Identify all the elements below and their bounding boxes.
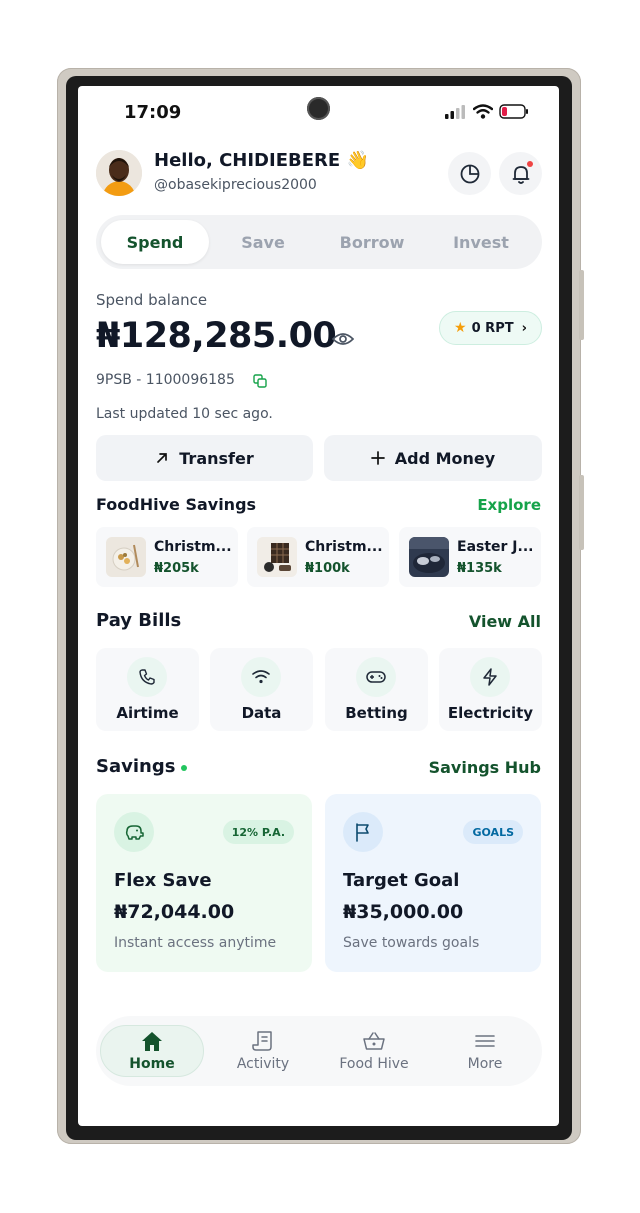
user-handle: @obasekiprecious2000 xyxy=(154,177,317,193)
greeting-text: Hello, CHIDIEBERE 👋 xyxy=(154,150,369,171)
foodhive-thumbnail xyxy=(106,537,146,577)
flex-save-title: Flex Save xyxy=(114,870,212,891)
balance-label: Spend balance xyxy=(96,291,208,309)
transfer-label: Transfer xyxy=(179,448,254,468)
nav-label: Food Hive xyxy=(339,1056,409,1072)
bill-label: Betting xyxy=(345,704,408,722)
target-goal-title: Target Goal xyxy=(343,870,460,891)
foodhive-card[interactable]: Easter J... ₦135k xyxy=(399,527,541,587)
header: Hello, CHIDIEBERE 👋 @obasekiprecious2000 xyxy=(96,148,542,198)
chevron-right-icon: › xyxy=(521,320,527,336)
bill-label: Data xyxy=(241,704,282,722)
target-goal-subtitle: Save towards goals xyxy=(343,935,480,951)
rpt-points-pill[interactable]: ★ 0 RPT › xyxy=(439,311,542,345)
account-tabs: Spend Save Borrow Invest xyxy=(96,215,542,269)
app-screen: 17:09 Hello, CHIDIEBERE 👋 @obasekiprecio… xyxy=(78,86,559,1126)
pie-chart-icon xyxy=(460,164,479,183)
rpt-value: 0 RPT xyxy=(471,320,514,336)
savings-status-dot xyxy=(181,765,187,771)
wifi-icon xyxy=(241,657,281,697)
nav-activity[interactable]: Activity xyxy=(211,1025,315,1077)
bill-electricity[interactable]: Electricity xyxy=(439,648,542,731)
nav-more[interactable]: More xyxy=(433,1025,537,1077)
front-camera xyxy=(307,97,330,120)
home-icon xyxy=(142,1032,162,1051)
bottom-nav: Home Activity Food Hive More xyxy=(96,1016,542,1086)
flag-icon xyxy=(343,812,383,852)
bill-data[interactable]: Data xyxy=(210,648,313,731)
bill-airtime[interactable]: Airtime xyxy=(96,648,199,731)
flex-save-subtitle: Instant access anytime xyxy=(114,935,277,951)
battery-icon xyxy=(499,104,528,119)
phone-icon xyxy=(127,657,167,697)
foodhive-amount: ₦205k xyxy=(154,561,199,576)
foodhive-card[interactable]: Christm... ₦100k xyxy=(247,527,389,587)
copy-icon[interactable] xyxy=(253,374,267,388)
notifications-button[interactable] xyxy=(499,152,542,195)
account-number: 9PSB - 1100096185 xyxy=(96,372,235,388)
foodhive-thumbnail xyxy=(409,537,449,577)
nav-label: Activity xyxy=(236,1056,290,1072)
basket-icon xyxy=(363,1032,385,1050)
interest-badge: 12% P.A. xyxy=(222,820,294,844)
wave-emoji: 👋 xyxy=(346,150,369,171)
foodhive-title: FoodHive Savings xyxy=(96,495,257,514)
target-goal-amount: ₦35,000.00 xyxy=(343,901,464,923)
bill-betting[interactable]: Betting xyxy=(325,648,428,731)
menu-icon xyxy=(475,1035,495,1047)
status-icons xyxy=(445,104,529,119)
pay-bills-title: Pay Bills xyxy=(96,610,182,631)
piggy-bank-icon xyxy=(114,812,154,852)
tab-invest[interactable]: Invest xyxy=(427,220,535,264)
volume-button xyxy=(579,270,584,340)
add-money-button[interactable]: Add Money xyxy=(324,435,542,481)
transfer-button[interactable]: Transfer xyxy=(96,435,313,481)
signal-icon xyxy=(445,104,465,119)
savings-title: Savings xyxy=(96,756,176,777)
foodhive-name: Christm... xyxy=(305,539,383,555)
foodhive-name: Easter J... xyxy=(457,539,534,555)
analytics-button[interactable] xyxy=(448,152,491,195)
avatar[interactable] xyxy=(96,150,142,196)
greeting-name: Hello, CHIDIEBERE xyxy=(154,150,341,171)
flex-save-card[interactable]: 12% P.A. Flex Save ₦72,044.00 Instant ac… xyxy=(96,794,312,972)
last-updated: Last updated 10 sec ago. xyxy=(96,406,273,422)
foodhive-name: Christm... xyxy=(154,539,232,555)
foodhive-thumbnail xyxy=(257,537,297,577)
bill-label: Electricity xyxy=(447,704,534,722)
foodhive-amount: ₦100k xyxy=(305,561,350,576)
bolt-icon xyxy=(470,657,510,697)
plus-icon xyxy=(370,451,385,465)
status-bar: 17:09 xyxy=(78,86,559,140)
savings-hub-link[interactable]: Savings Hub xyxy=(429,758,541,777)
bill-label: Airtime xyxy=(116,704,179,722)
gamepad-icon xyxy=(356,657,396,697)
nav-label: Home xyxy=(129,1056,175,1072)
nav-label: More xyxy=(467,1056,503,1072)
tab-save[interactable]: Save xyxy=(209,220,317,264)
star-icon: ★ xyxy=(454,320,467,336)
eye-icon[interactable] xyxy=(332,331,354,347)
target-goal-card[interactable]: GOALS Target Goal ₦35,000.00 Save toward… xyxy=(325,794,541,972)
flex-save-amount: ₦72,044.00 xyxy=(114,901,235,923)
wifi-status-icon xyxy=(473,104,493,119)
foodhive-amount: ₦135k xyxy=(457,561,502,576)
status-time: 17:09 xyxy=(124,102,182,123)
arrow-up-right-icon xyxy=(157,453,168,463)
add-money-label: Add Money xyxy=(394,448,496,468)
tab-spend[interactable]: Spend xyxy=(101,220,209,264)
foodhive-card[interactable]: Christm... ₦205k xyxy=(96,527,238,587)
nav-home[interactable]: Home xyxy=(100,1025,204,1077)
goals-badge: GOALS xyxy=(463,820,523,844)
power-button xyxy=(579,475,584,550)
view-all-link[interactable]: View All xyxy=(469,612,541,631)
nav-food-hive[interactable]: Food Hive xyxy=(322,1025,426,1077)
tab-borrow[interactable]: Borrow xyxy=(318,220,426,264)
notification-dot xyxy=(527,161,533,167)
balance-amount: ₦128,285.00 xyxy=(96,316,337,356)
explore-link[interactable]: Explore xyxy=(477,496,541,514)
receipt-icon xyxy=(252,1031,272,1051)
